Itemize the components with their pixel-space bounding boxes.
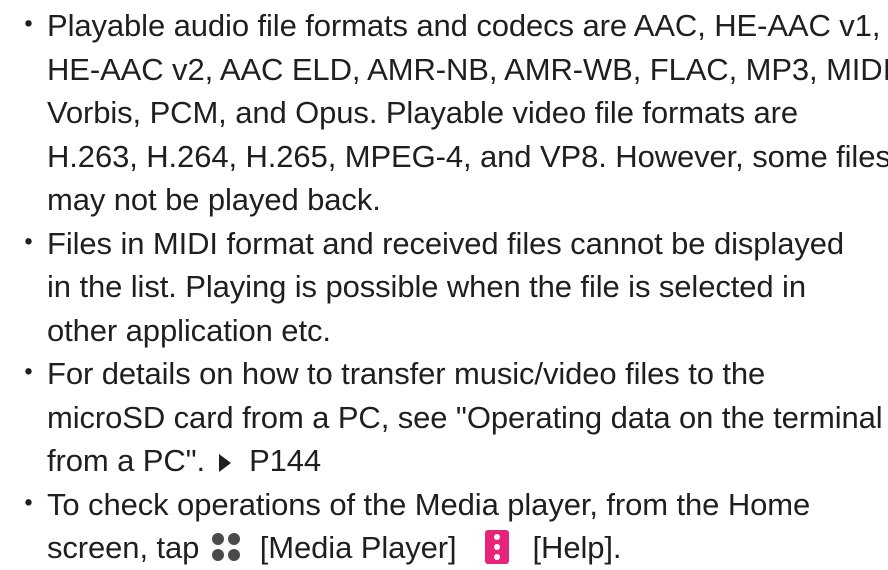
help-document: ・ Playable audio file formats and codecs… <box>0 0 888 565</box>
list-item-text: To check operations of the Media player,… <box>47 483 874 570</box>
help-label: [Help]. <box>532 530 622 565</box>
list-item-supported-formats: ・ Playable audio file formats and codecs… <box>10 4 888 222</box>
more-vertical-icon <box>484 530 509 564</box>
text-line: HE-AAC v2, AAC ELD, AMR-NB, AMR-WB, FLAC… <box>47 51 888 87</box>
text-line: Files in MIDI format and received files … <box>47 225 845 261</box>
bullet: ・ <box>13 9 44 42</box>
text-line: in the list. Playing is possible when th… <box>47 269 806 304</box>
media-player-label: [Media Player] <box>259 530 457 565</box>
text-line: may not be played back. <box>47 182 381 217</box>
text-fragment: from a PC". <box>47 443 206 478</box>
text-line: For details on how to transfer music/vid… <box>47 356 766 391</box>
apps-grid-icon <box>211 533 240 561</box>
page-reference-arrow-icon <box>219 454 232 472</box>
text-fragment: screen, tap <box>47 530 200 565</box>
bullet: ・ <box>13 487 44 521</box>
bullet: ・ <box>13 226 44 260</box>
text-line-with-reference: from a PC". P144 <box>47 439 883 483</box>
page-reference-link[interactable]: P144 <box>249 443 321 478</box>
list-item-text: Playable audio file formats and codecs a… <box>47 4 888 222</box>
text-line: H.263, H.264, H.265, MPEG-4, and VP8. Ho… <box>47 138 888 174</box>
text-line-with-icons: screen, tap [Media Player] [Help]. <box>47 526 874 570</box>
text-line: other application etc. <box>47 312 331 348</box>
list-item-midi-note: ・ Files in MIDI format and received file… <box>10 222 874 353</box>
list-item-transfer-files: ・ For details on how to transfer music/v… <box>10 352 883 483</box>
text-line: microSD card from a PC, see "Operating d… <box>47 399 883 435</box>
list-item-text: For details on how to transfer music/vid… <box>47 352 883 483</box>
bullet: ・ <box>13 357 44 390</box>
list-item-media-player-help: ・ To check operations of the Media playe… <box>10 483 874 570</box>
text-line: To check operations of the Media player,… <box>47 486 811 522</box>
text-line: Vorbis, PCM, and Opus. Playable video fi… <box>47 95 799 130</box>
text-line: Playable audio file formats and codecs a… <box>47 8 881 43</box>
list-item-text: Files in MIDI format and received files … <box>47 222 874 353</box>
